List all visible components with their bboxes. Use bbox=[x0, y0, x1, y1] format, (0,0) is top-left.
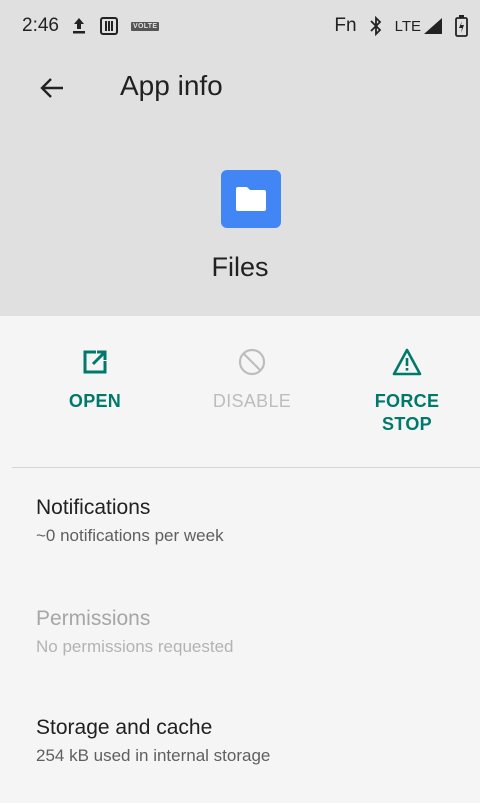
notifications-title: Notifications bbox=[36, 496, 151, 519]
notifications-item[interactable]: Notifications ~0 notifications per week bbox=[36, 496, 456, 546]
permissions-subtitle: No permissions requested bbox=[36, 637, 234, 656]
signal-lte-icon: LTE bbox=[395, 17, 443, 35]
battery-charging-icon bbox=[455, 15, 468, 37]
permissions-item[interactable]: Permissions No permissions requested bbox=[36, 607, 456, 657]
folder-icon bbox=[221, 170, 281, 228]
disable-label: DISABLE bbox=[212, 391, 292, 411]
storage-item[interactable]: Storage and cache 254 kB used in interna… bbox=[36, 716, 456, 766]
app-header: App info Files bbox=[0, 52, 480, 316]
divider bbox=[12, 467, 480, 468]
volte-badge: VOLTE bbox=[130, 21, 160, 31]
open-external-icon bbox=[82, 344, 108, 380]
warning-icon bbox=[392, 344, 422, 380]
block-icon bbox=[237, 344, 267, 380]
storage-subtitle: 254 kB used in internal storage bbox=[36, 746, 271, 765]
disable-button[interactable]: DISABLE bbox=[182, 344, 322, 413]
bluetooth-icon bbox=[369, 16, 383, 36]
status-time: 2:46 bbox=[22, 15, 59, 36]
force-stop-button[interactable]: FORCE STOP bbox=[337, 344, 477, 436]
action-bar: OPEN DISABLE FORCE STOP bbox=[0, 316, 480, 468]
fn-indicator: Fn bbox=[334, 15, 357, 36]
back-arrow-icon bbox=[39, 75, 65, 106]
permissions-title: Permissions bbox=[36, 607, 151, 630]
storage-title: Storage and cache bbox=[36, 716, 213, 739]
status-bar: 2:46 VOLTE Fn LTE bbox=[0, 0, 480, 52]
open-button[interactable]: OPEN bbox=[25, 344, 165, 413]
lte-label: LTE bbox=[394, 17, 421, 35]
notifications-subtitle: ~0 notifications per week bbox=[36, 526, 224, 545]
force-stop-label: FORCE STOP bbox=[374, 391, 440, 434]
open-label: OPEN bbox=[68, 391, 122, 411]
back-button[interactable] bbox=[30, 68, 74, 112]
app-name: Files bbox=[211, 252, 269, 282]
sim-card-icon bbox=[99, 16, 119, 36]
page-title: App info bbox=[120, 70, 223, 101]
upload-icon bbox=[71, 17, 87, 35]
